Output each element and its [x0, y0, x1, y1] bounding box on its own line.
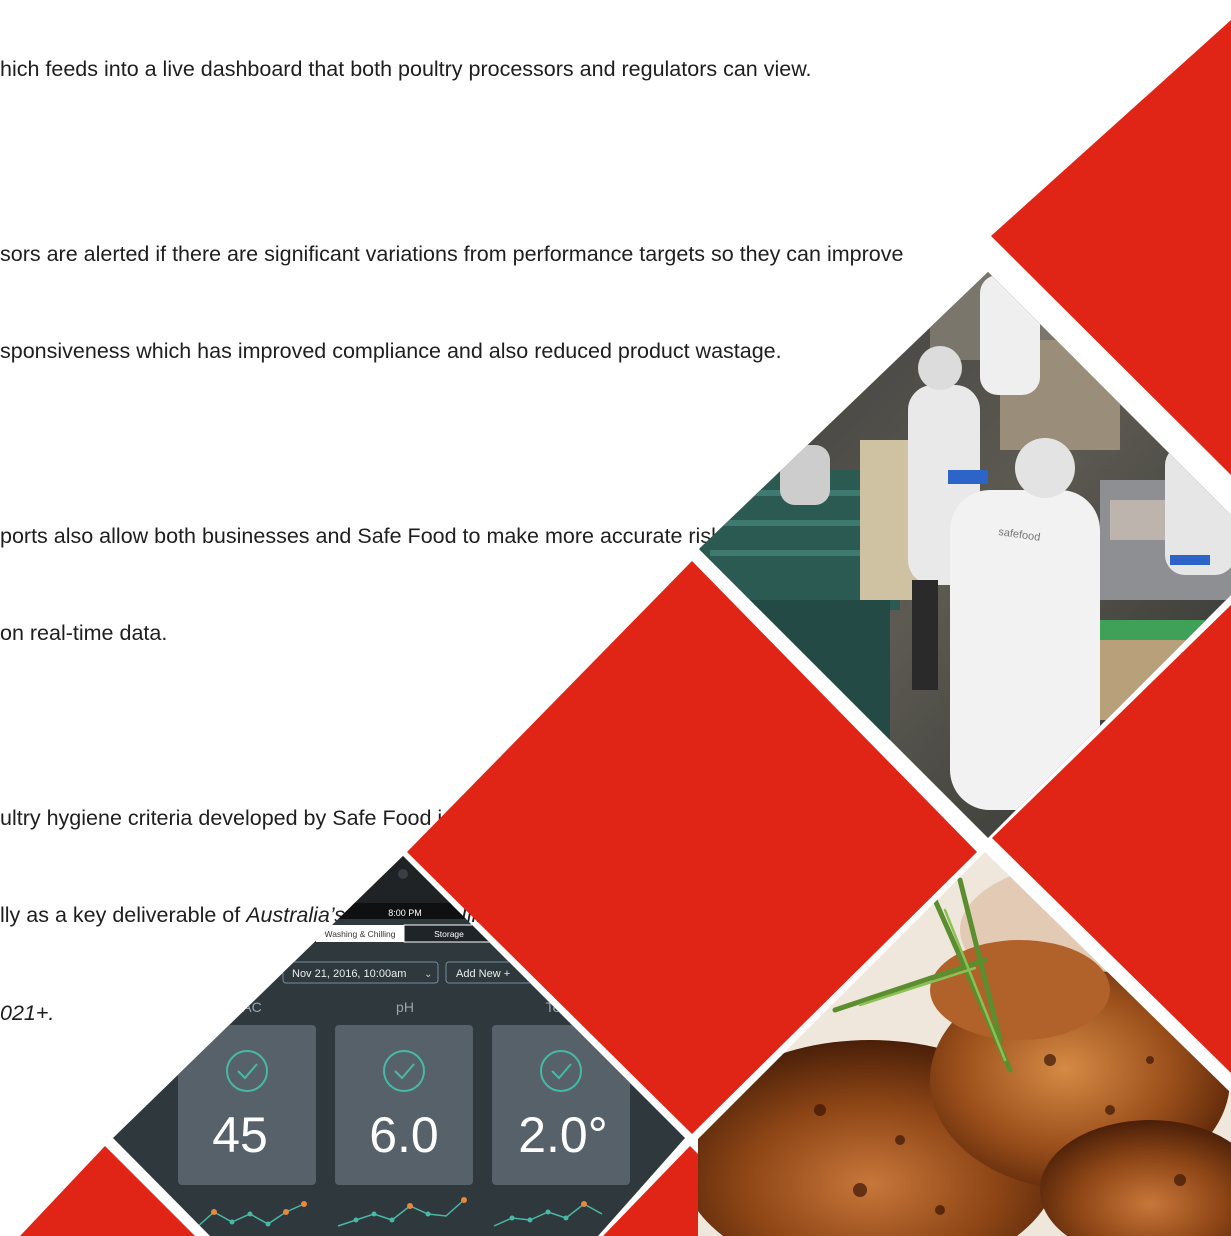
chevron-down-icon: ⌄	[424, 969, 432, 980]
metric-value-temp: 2.0°	[518, 1107, 608, 1163]
camera-icon	[398, 869, 408, 879]
date-selector-label: Nov 21, 2016, 10:00am	[292, 968, 406, 980]
diamond-collage: safefood 8:00 PM Washing & Chilling Stor…	[20, 20, 1231, 1236]
metric-label-ac: AC	[242, 999, 261, 1015]
tab-storage-label: Storage	[434, 929, 464, 939]
add-new-label: Add New +	[456, 968, 510, 980]
metric-label-ph: pH	[396, 999, 414, 1015]
status-time: 8:00 PM	[388, 908, 422, 918]
metric-value-ac: 45	[212, 1107, 268, 1163]
metric-value-ph: 6.0	[369, 1107, 439, 1163]
tab-washing-chilling-label: Washing & Chilling	[324, 929, 395, 939]
